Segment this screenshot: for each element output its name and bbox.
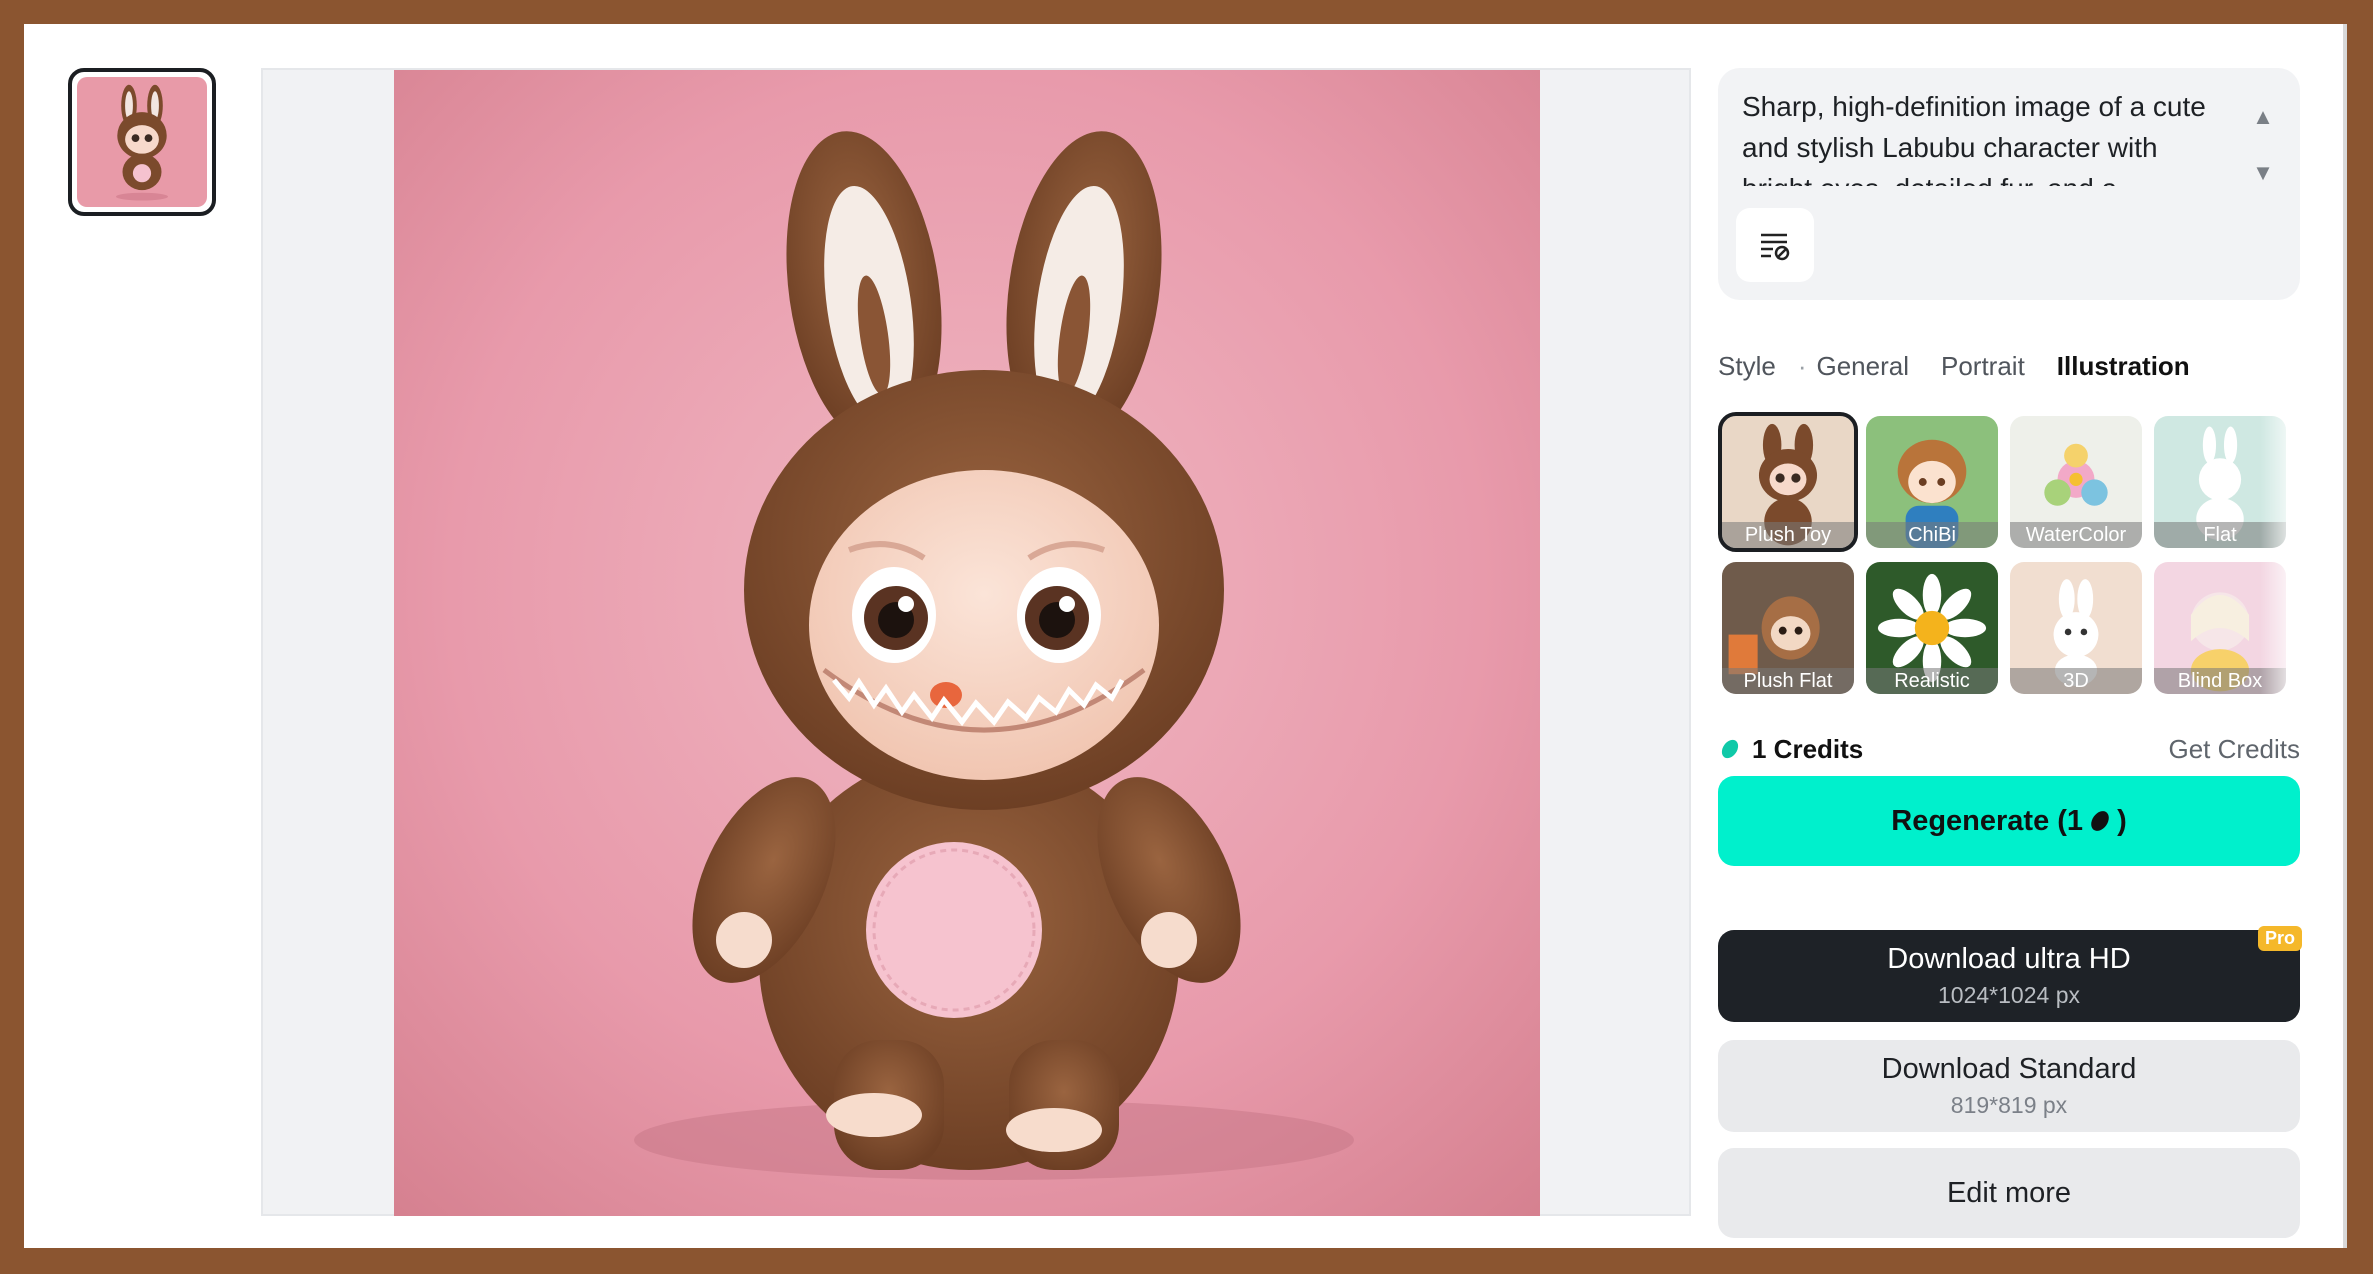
style-label: Style — [1718, 350, 1776, 381]
style-label-chibi: ChiBi — [1866, 522, 1998, 548]
credits-row: 1 Credits Get Credits — [1718, 729, 2300, 769]
regenerate-button[interactable]: Regenerate (1 ) — [1718, 776, 2300, 866]
download-hd-label: Download ultra HD — [1887, 943, 2131, 975]
style-separator: · — [1797, 350, 1807, 381]
get-credits-link[interactable]: Get Credits — [2169, 734, 2301, 765]
style-label-watercolor: WaterColor — [2010, 522, 2142, 548]
credits-amount: 1 Credits — [1752, 733, 1864, 764]
history-thumbnail[interactable] — [68, 68, 216, 216]
style-tile-3d[interactable]: 3D — [2010, 562, 2142, 694]
style-tile-realistic[interactable]: Realistic — [1866, 562, 1998, 694]
download-standard-label: Download Standard — [1881, 1053, 2137, 1085]
tab-general[interactable]: General — [1816, 351, 1909, 382]
regenerate-label: Regenerate (1 — [1891, 804, 2084, 837]
style-tile-watercolor[interactable]: WaterColor — [2010, 416, 2142, 548]
download-standard-button[interactable]: Download Standard 819*819 px — [1718, 1040, 2300, 1132]
thumbnail-image — [77, 77, 207, 207]
style-label-plush-flat: Plush Flat — [1722, 668, 1854, 694]
edit-more-label: Edit more — [1946, 1176, 2072, 1209]
style-tabs: Style · General Portrait Illustration — [1718, 346, 2300, 386]
download-ultra-hd-button[interactable]: Download ultra HD 1024*1024 px Pro — [1718, 926, 2302, 1022]
tab-portrait[interactable]: Portrait — [1941, 351, 2025, 382]
style-label-3d: 3D — [2010, 668, 2142, 694]
download-hd-size: 1024*1024 px — [1938, 982, 2080, 1008]
download-standard-size: 819*819 px — [1950, 1092, 2068, 1118]
style-label-realistic: Realistic — [1866, 668, 1998, 694]
style-tile-chibi[interactable]: ChiBi — [1866, 416, 1998, 548]
generated-image[interactable] — [394, 70, 1540, 1216]
style-label-plush-toy: Plush Toy — [1722, 522, 1854, 548]
style-tile-plush-toy[interactable]: Plush Toy — [1718, 412, 1858, 552]
credit-bean-icon — [1721, 739, 1739, 759]
scroll-down-icon[interactable]: ▼ — [2248, 158, 2278, 188]
credits-balance: 1 Credits — [1718, 734, 1863, 765]
style-tile-plush-flat[interactable]: Plush Flat — [1722, 562, 1854, 694]
prompt-box[interactable]: Sharp, high-definition image of a cute a… — [1718, 68, 2300, 300]
style-grid: Plush Toy ChiBi WaterColor Flat Plush Fl… — [1718, 412, 2300, 694]
image-canvas — [261, 68, 1691, 1216]
app-window: Sharp, high-definition image of a cute a… — [24, 24, 2347, 1248]
tab-illustration[interactable]: Illustration — [2057, 351, 2190, 382]
scroll-up-icon[interactable]: ▲ — [2248, 102, 2278, 132]
prompt-settings-button[interactable] — [1736, 208, 1814, 282]
grid-fade — [2260, 412, 2300, 694]
edit-more-button[interactable]: Edit more — [1718, 1148, 2300, 1238]
regenerate-suffix: ) — [2117, 804, 2127, 837]
list-settings-icon — [1761, 233, 1790, 261]
pro-badge: Pro — [2257, 926, 2302, 951]
prompt-text[interactable]: Sharp, high-definition image of a cute a… — [1742, 86, 2222, 186]
credit-bean-icon — [2091, 811, 2109, 831]
